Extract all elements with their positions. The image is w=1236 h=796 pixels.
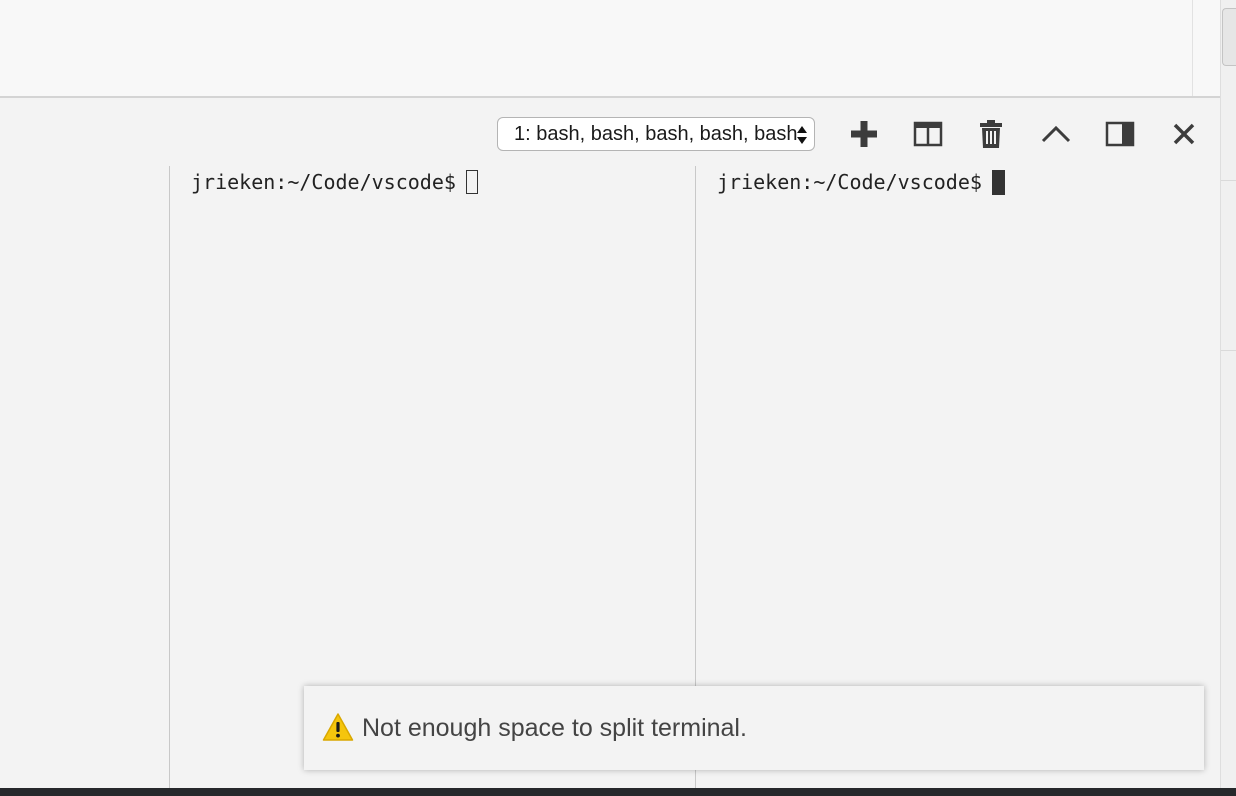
kill-terminal-button[interactable] (973, 116, 1009, 152)
terminal-pane-2[interactable]: jrieken:~/Code/vscode$ (717, 166, 1005, 198)
terminal-selector-value: 1: bash, bash, bash, bash, bash (514, 123, 798, 145)
terminal-prompt: jrieken:~/Code/vscode$ (191, 170, 456, 194)
notification-toast[interactable]: Not enough space to split terminal. (304, 686, 1204, 770)
terminal-panel (0, 98, 1220, 788)
panel-right-icon (1105, 121, 1135, 147)
close-icon (1173, 123, 1195, 145)
overview-ruler[interactable] (1220, 0, 1236, 788)
ruler-divider (1221, 180, 1236, 181)
editor-ruler (1192, 0, 1193, 96)
split-icon (913, 121, 943, 147)
plus-icon (851, 121, 877, 147)
maximize-panel-button[interactable] (1038, 116, 1074, 152)
status-bar (0, 788, 1236, 796)
chevron-up-icon (1041, 125, 1071, 143)
terminal-pane-1[interactable]: jrieken:~/Code/vscode$ (191, 166, 478, 198)
close-panel-button[interactable] (1166, 116, 1202, 152)
editor-area (0, 0, 1220, 98)
warning-icon (322, 713, 354, 741)
scrollbar-thumb[interactable] (1222, 8, 1236, 66)
toggle-panel-position-button[interactable] (1102, 116, 1138, 152)
terminal-cursor (991, 169, 1005, 195)
split-terminal-button[interactable] (910, 116, 946, 152)
ruler-divider (1221, 350, 1236, 351)
terminal-pane-divider[interactable] (169, 166, 170, 788)
select-arrows-icon (797, 126, 807, 144)
terminal-selector-dropdown[interactable]: 1: bash, bash, bash, bash, bash (497, 117, 815, 151)
new-terminal-button[interactable] (846, 116, 882, 152)
trash-icon (980, 120, 1002, 148)
terminal-prompt: jrieken:~/Code/vscode$ (717, 170, 982, 194)
terminal-cursor (465, 170, 478, 194)
notification-message: Not enough space to split terminal. (362, 714, 747, 742)
